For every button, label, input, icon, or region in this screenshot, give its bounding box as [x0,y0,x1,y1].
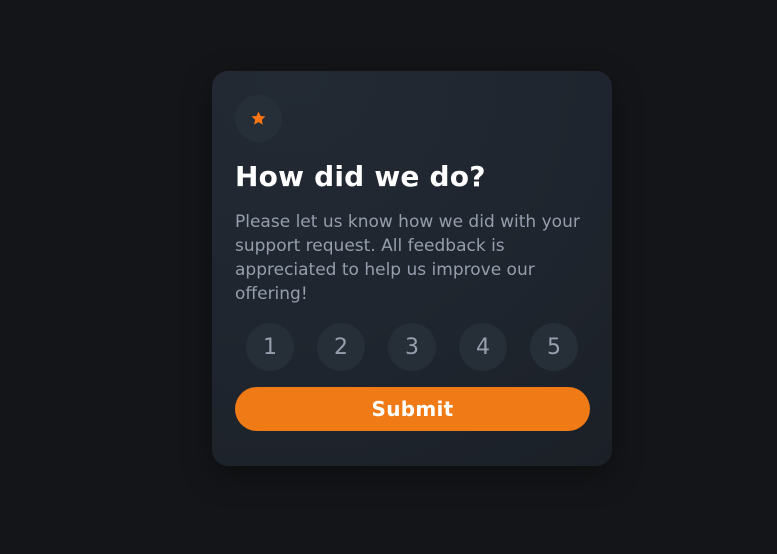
rating-button-1[interactable]: 1 [246,323,294,371]
star-icon [251,111,266,125]
submit-button[interactable]: Submit [235,387,590,431]
card-description: Please let us know how we did with your … [235,212,580,304]
rating-options: 1 2 3 4 5 [235,323,589,371]
star-badge [235,95,282,142]
rating-button-4[interactable]: 4 [459,323,507,371]
card-title: How did we do? [235,160,486,193]
rating-card: How did we do? Please let us know how we… [212,71,612,466]
rating-button-5[interactable]: 5 [530,323,578,371]
rating-button-3[interactable]: 3 [388,323,436,371]
rating-button-2[interactable]: 2 [317,323,365,371]
